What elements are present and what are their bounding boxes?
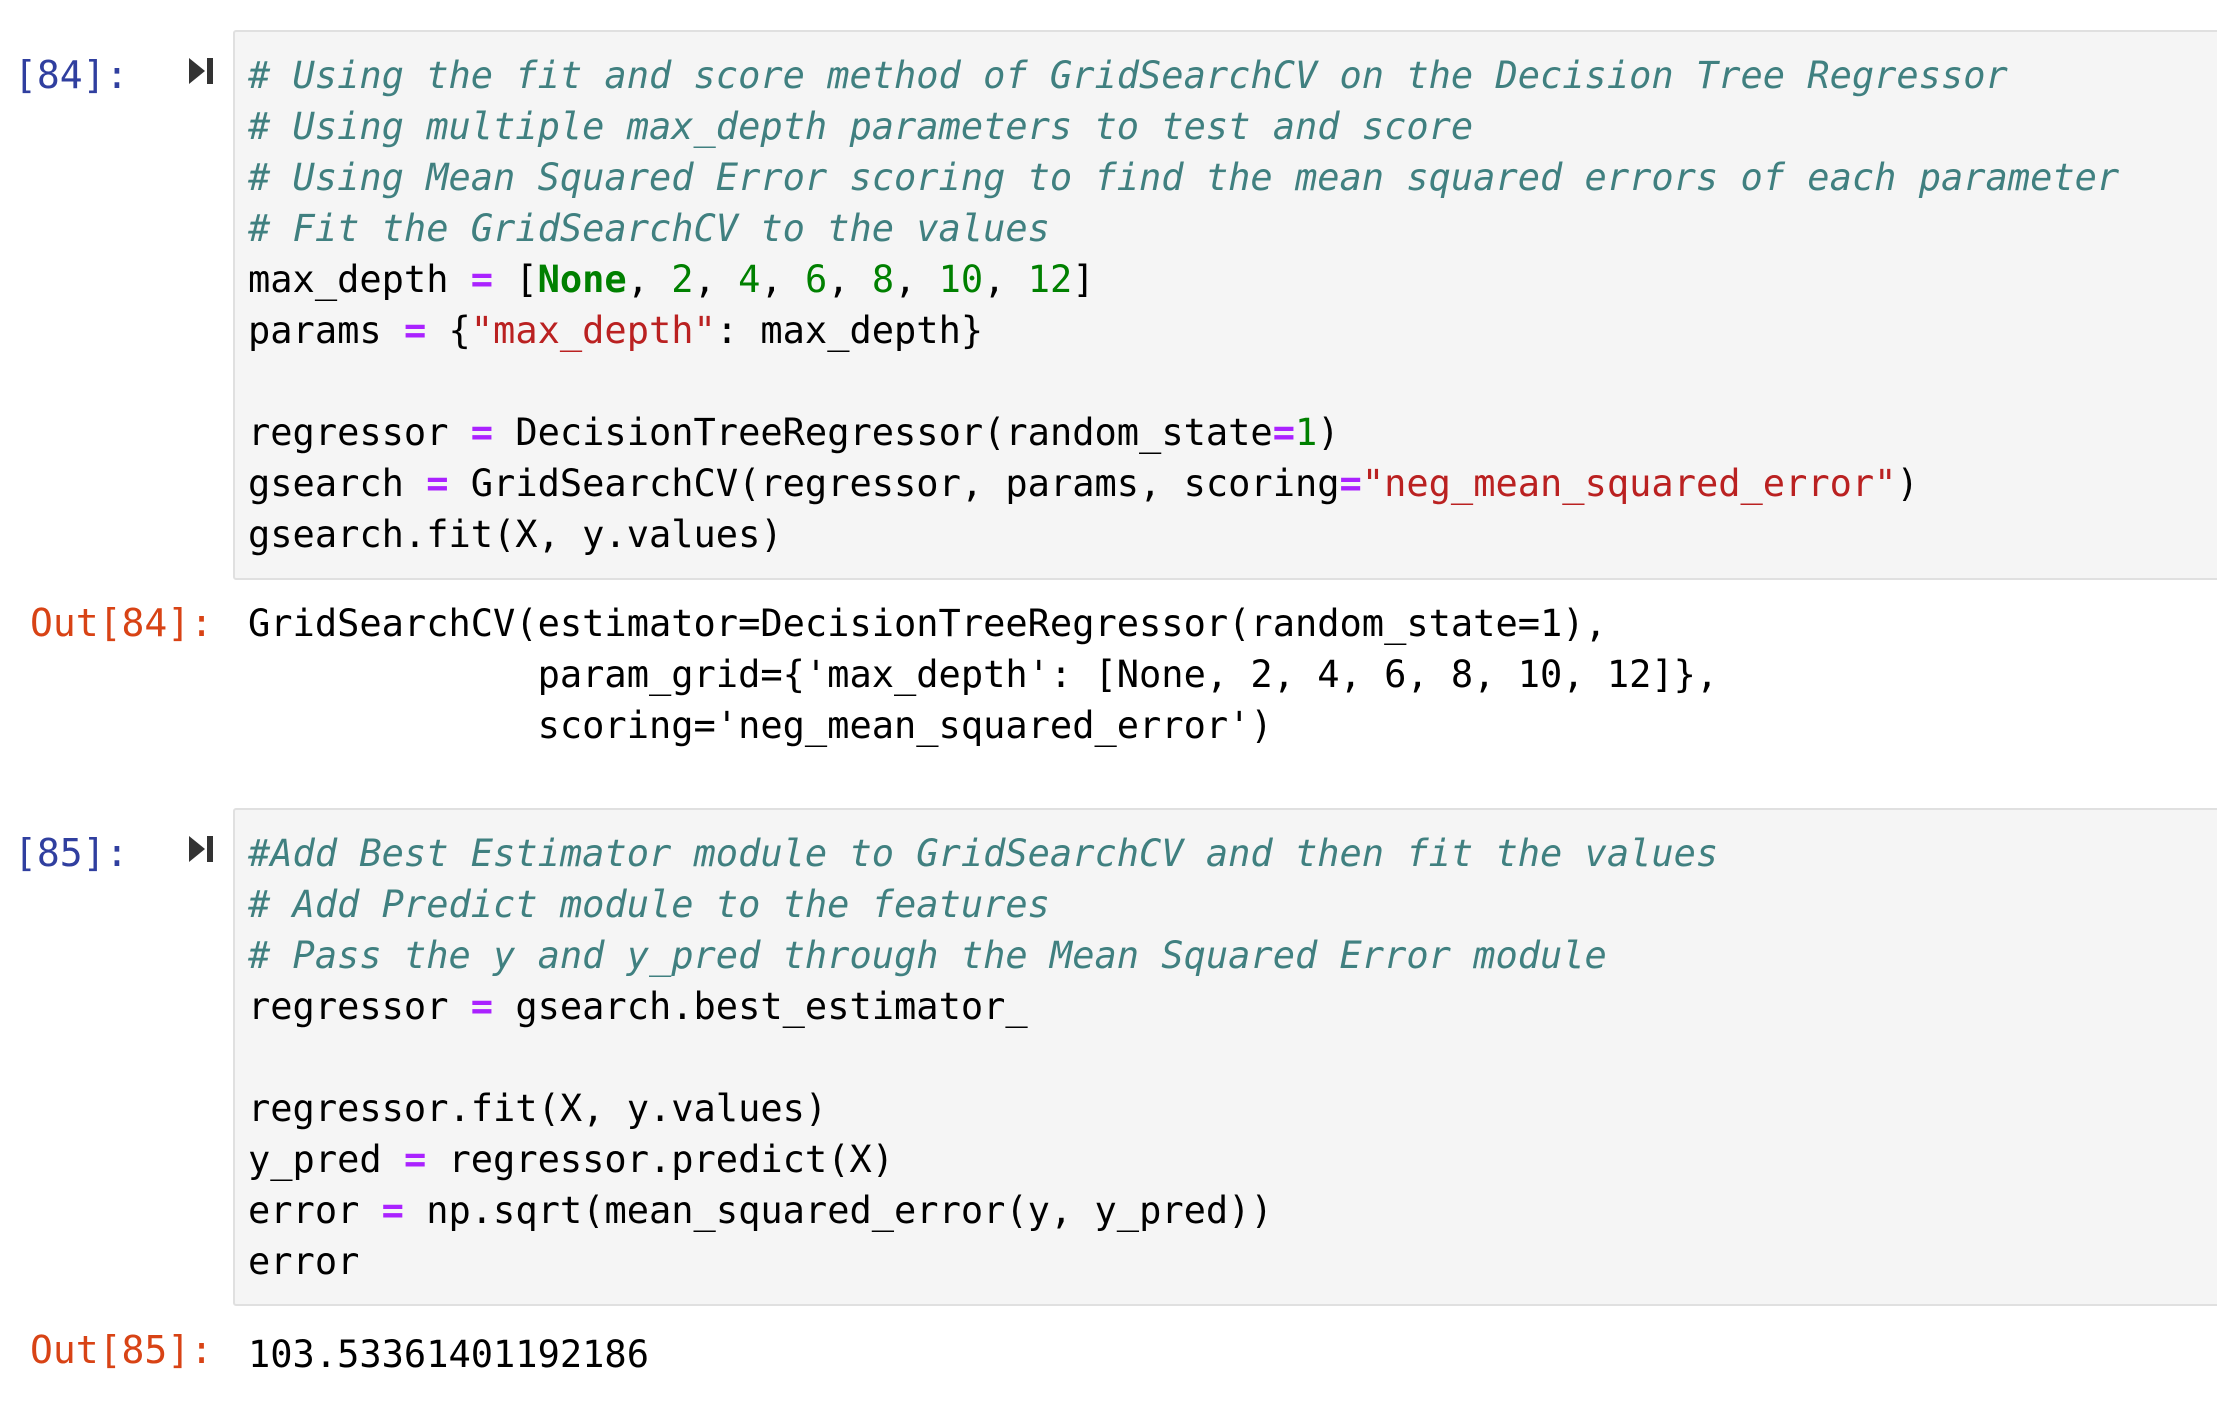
code-line: gsearch = GridSearchCV(regressor, params…	[248, 462, 1919, 505]
input-prompt: [85]:	[14, 831, 129, 875]
code-line: error = np.sqrt(mean_squared_error(y, y_…	[248, 1189, 1273, 1232]
code-editor[interactable]: #Add Best Estimator module to GridSearch…	[248, 828, 1718, 1287]
run-cell-icon[interactable]	[187, 56, 215, 86]
code-line: regressor = gsearch.best_estimator_	[248, 985, 1028, 1028]
code-line: y_pred = regressor.predict(X)	[248, 1138, 895, 1181]
output-line: scoring='neg_mean_squared_error')	[248, 704, 1273, 747]
code-line: error	[248, 1240, 360, 1283]
code-line: max_depth = [None, 2, 4, 6, 8, 10, 12]	[248, 258, 1095, 301]
cell-output: GridSearchCV(estimator=DecisionTreeRegre…	[248, 598, 1718, 751]
output-line: 103.53361401192186	[248, 1333, 649, 1376]
code-comment: # Using Mean Squared Error scoring to fi…	[248, 156, 2120, 199]
code-comment: # Add Predict module to the features	[248, 883, 1050, 926]
output-line: GridSearchCV(estimator=DecisionTreeRegre…	[248, 602, 1607, 645]
code-editor[interactable]: # Using the fit and score method of Grid…	[248, 50, 2119, 560]
output-line: param_grid={'max_depth': [None, 2, 4, 6,…	[248, 653, 1719, 696]
run-cell-icon[interactable]	[187, 834, 215, 864]
output-prompt: Out[85]:	[30, 1328, 214, 1372]
code-comment: #Add Best Estimator module to GridSearch…	[248, 832, 1719, 875]
code-comment: # Using multiple max_depth parameters to…	[248, 105, 1474, 148]
output-prompt: Out[84]:	[30, 601, 214, 645]
code-comment: # Pass the y and y_pred through the Mean…	[248, 934, 1607, 977]
code-line: gsearch.fit(X, y.values)	[248, 513, 783, 556]
input-prompt: [84]:	[14, 53, 129, 97]
cell-output: 103.53361401192186	[248, 1329, 649, 1380]
code-line: params = {"max_depth": max_depth}	[248, 309, 984, 352]
code-comment: # Using the fit and score method of Grid…	[248, 54, 2008, 97]
code-line: regressor = DecisionTreeRegressor(random…	[248, 411, 1340, 454]
code-line: regressor.fit(X, y.values)	[248, 1087, 828, 1130]
code-comment: # Fit the GridSearchCV to the values	[248, 207, 1050, 250]
